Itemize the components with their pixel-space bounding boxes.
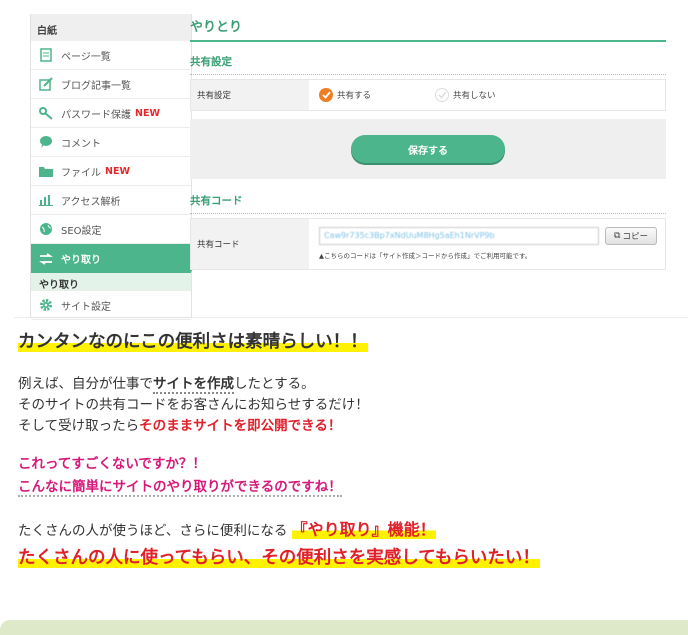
gear-icon	[39, 298, 53, 312]
share-setting-label: 共有設定	[191, 80, 309, 110]
bottom-decoration	[0, 620, 688, 635]
share-code-label: 共有コード	[191, 219, 309, 269]
share-on-radio[interactable]: 共有する	[319, 88, 435, 102]
paragraph-4: たくさんの人が使うほど、さらに便利になる 『やり取り』機能！	[18, 519, 678, 542]
save-button[interactable]: 保存する	[351, 135, 505, 163]
sidebar-item-label: アクセス解析	[61, 196, 121, 208]
copy-label: コピー	[622, 232, 648, 242]
share-section-title: 共有設定	[190, 54, 666, 75]
sidebar-item-label: SEO設定	[61, 225, 102, 237]
share-code-content: Caw9r735c3Bp7xNdUuM8Hg5aEh1NrVP9b ⧉ コピー ▲…	[309, 219, 657, 269]
copy-button[interactable]: ⧉ コピー	[605, 227, 657, 245]
new-badge: NEW	[135, 107, 160, 119]
bold-text: サイトを作成	[153, 376, 234, 394]
feature-name: 『やり取り』機能！	[291, 520, 436, 539]
article: カンタンなのにこの便利さは素晴らしい！！ 例えば、自分が仕事でサイトを作成したと…	[18, 328, 678, 572]
copy-icon: ⧉	[614, 231, 621, 241]
final-message: たくさんの人に使ってもらい、その便利さを実感してもらいたい！	[18, 544, 678, 572]
sidebar-item-site-settings[interactable]: サイト設定	[31, 291, 191, 320]
final-text: たくさんの人に使ってもらい、その便利さを実感してもらいたい！	[18, 548, 540, 568]
sidebar-item-label: ページ一覧	[61, 51, 111, 63]
sidebar-item-seo[interactable]: SEO設定	[31, 215, 191, 244]
share-code-row: 共有コード Caw9r735c3Bp7xNdUuM8Hg5aEh1NrVP9b …	[190, 218, 666, 270]
sidebar-subitem-exchange[interactable]: やり取り	[31, 273, 191, 291]
page-icon	[39, 48, 53, 62]
share-off-label: 共有しない	[453, 91, 496, 101]
share-code-note: ▲こちらのコードは「サイト作成＞コードから作成」でご利用可能です。	[319, 252, 532, 260]
sidebar-item-blog[interactable]: ブログ記事一覧	[31, 70, 191, 99]
heading-text: カンタンなのにこの便利さは素晴らしい！！	[18, 332, 368, 352]
chart-icon	[39, 193, 53, 207]
globe-icon	[39, 222, 53, 236]
sidebar-item-pages[interactable]: ページ一覧	[31, 41, 191, 70]
sidebar-item-label: コメント	[61, 138, 101, 150]
save-area: 保存する	[190, 119, 666, 179]
sidebar-item-label: サイト設定	[61, 301, 111, 313]
sidebar-item-label: やり取り	[61, 255, 101, 266]
pink-line-2: こんなに簡単にサイトのやり取りができるのですね！	[18, 476, 678, 499]
sidebar-item-analytics[interactable]: アクセス解析	[31, 186, 191, 215]
screenshot-panel: 白紙 ページ一覧 ブログ記事一覧 パスワード保護 NEW コメント ファイル N…	[14, 0, 688, 320]
sidebar-item-label: パスワード保護	[61, 109, 131, 121]
page: 白紙 ページ一覧 ブログ記事一覧 パスワード保護 NEW コメント ファイル N…	[0, 0, 688, 635]
share-options: 共有する 共有しない	[309, 80, 496, 110]
sidebar-item-label: ファイル	[61, 167, 101, 179]
share-on-label: 共有する	[337, 91, 372, 101]
check-icon	[319, 88, 333, 102]
text: したとする。	[234, 376, 315, 392]
sidebar-item-file[interactable]: ファイル NEW	[31, 157, 191, 186]
share-off-radio[interactable]: 共有しない	[435, 88, 496, 102]
text: たくさんの人が使うほど、さらに便利になる	[18, 523, 288, 539]
sidebar-header: 白紙	[31, 14, 191, 41]
red-text: そのままサイトを即公開できる！	[139, 418, 342, 434]
edit-icon	[39, 77, 53, 91]
text: 例えば、自分が仕事で	[18, 376, 153, 392]
share-code-controls: Caw9r735c3Bp7xNdUuM8Hg5aEh1NrVP9b ⧉ コピー	[319, 227, 657, 245]
sidebar-item-password[interactable]: パスワード保護 NEW	[31, 99, 191, 128]
paragraph-2: そのサイトの共有コードをお客さんにお知らせするだけ！	[18, 397, 369, 413]
share-code-field[interactable]: Caw9r735c3Bp7xNdUuM8Hg5aEh1NrVP9b	[319, 227, 599, 245]
paragraph-1: 例えば、自分が仕事でサイトを作成したとする。	[18, 374, 678, 395]
sidebar-item-label: ブログ記事一覧	[61, 80, 131, 92]
key-icon	[39, 106, 53, 120]
settings-main: やりとり 共有設定 共有設定 共有する 共有しない 保存する 共有コード 共有コ…	[190, 14, 666, 270]
new-badge: NEW	[105, 165, 130, 177]
sidebar-item-comment[interactable]: コメント	[31, 128, 191, 157]
page-title: やりとり	[190, 14, 666, 42]
share-setting-row: 共有設定 共有する 共有しない	[190, 79, 666, 111]
exchange-icon	[39, 252, 53, 266]
text: そして受け取ったら	[18, 418, 140, 434]
pink-line-1: これってすごくないですか？！	[18, 456, 206, 472]
article-heading: カンタンなのにこの便利さは素晴らしい！！	[18, 328, 678, 356]
pink-text: こんなに簡単にサイトのやり取りができるのですね！	[18, 479, 342, 497]
folder-icon	[39, 164, 53, 178]
paragraph-3: そして受け取ったらそのままサイトを即公開できる！	[18, 416, 678, 437]
sidebar-item-exchange[interactable]: やり取り	[31, 244, 201, 273]
sidebar: 白紙 ページ一覧 ブログ記事一覧 パスワード保護 NEW コメント ファイル N…	[30, 14, 201, 320]
check-icon	[435, 88, 449, 102]
comment-icon	[39, 135, 53, 149]
code-section-title: 共有コード	[190, 193, 666, 214]
